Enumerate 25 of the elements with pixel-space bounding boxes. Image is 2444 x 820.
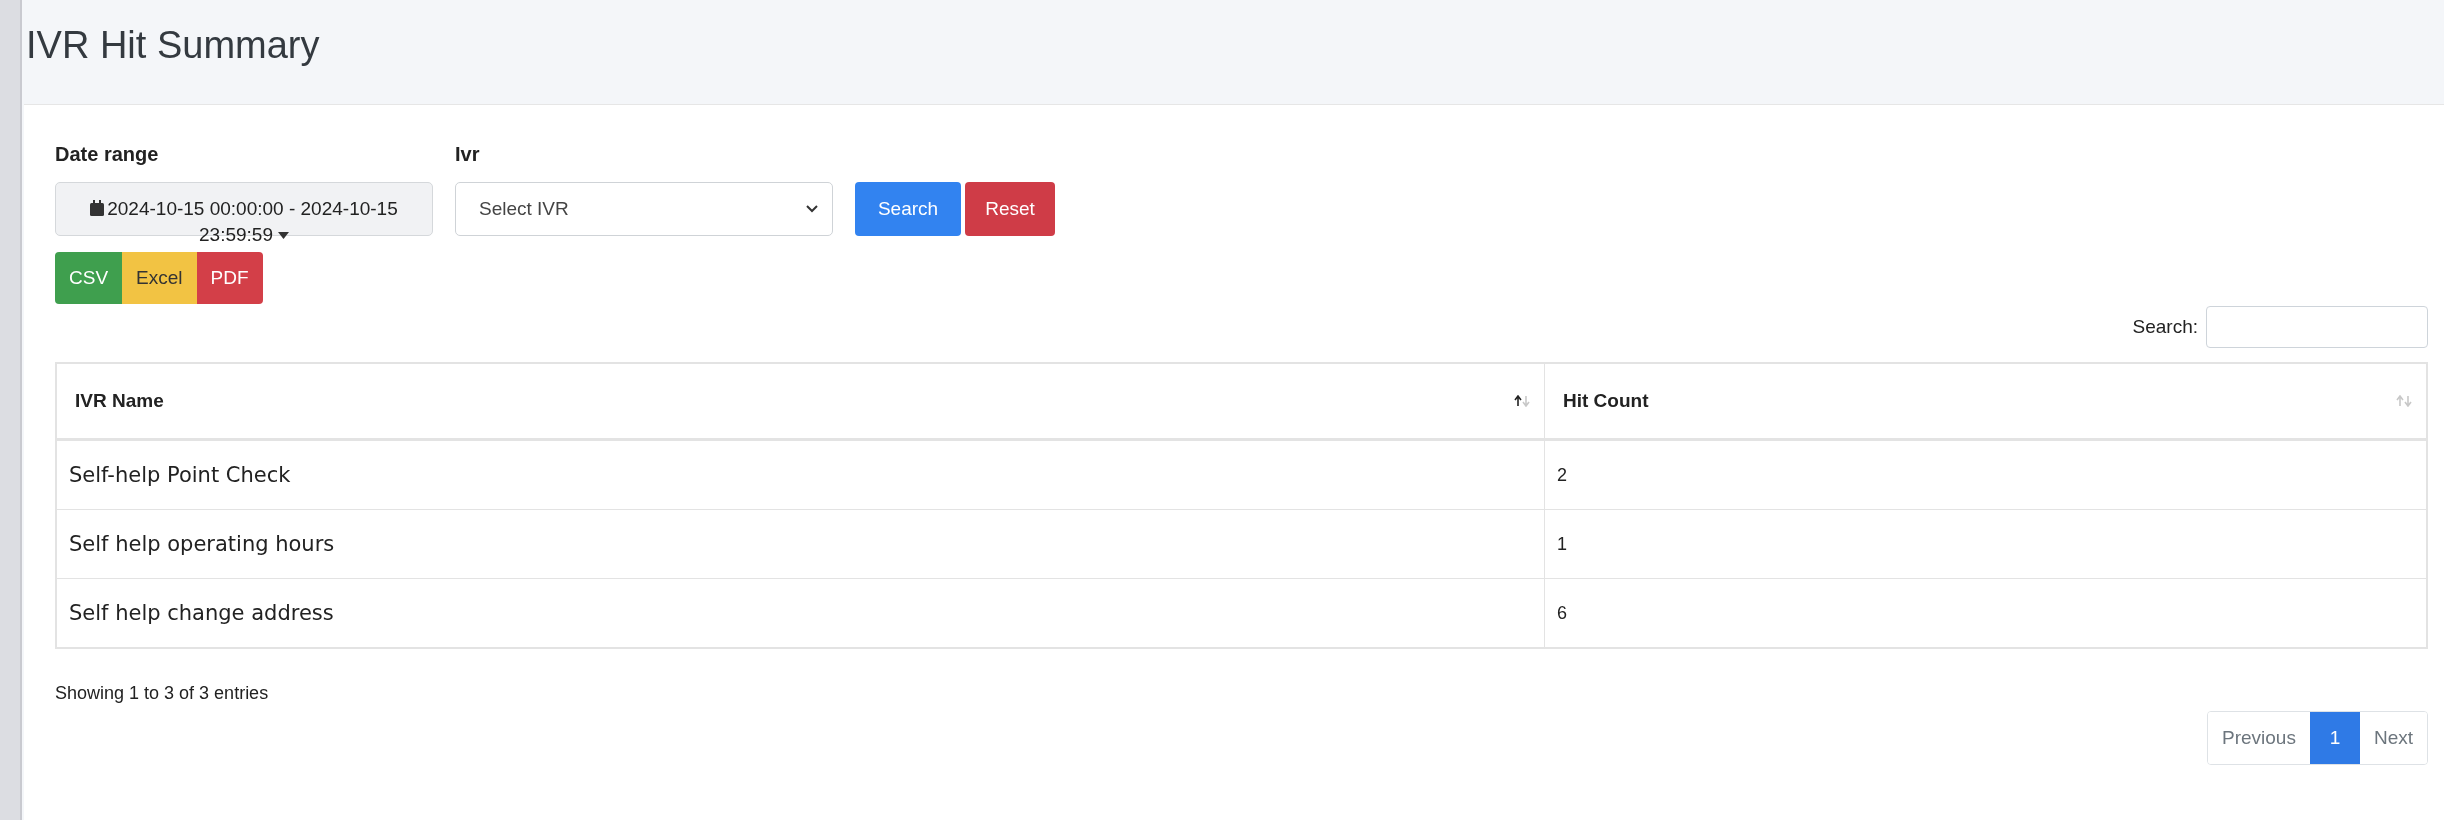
page-title: IVR Hit Summary	[26, 23, 320, 67]
entries-info: Showing 1 to 3 of 3 entries	[55, 683, 269, 704]
column-header[interactable]: IVR Name	[56, 363, 1545, 440]
field-label: Date range	[55, 143, 160, 166]
search-button[interactable]: Search	[855, 182, 961, 236]
table-cell: 6	[1544, 578, 2427, 648]
export-button[interactable]: Excel	[122, 252, 197, 304]
table-cell: Self help operating hours	[56, 509, 1545, 579]
reset-button[interactable]: Reset	[965, 182, 1055, 236]
search-field[interactable]	[2206, 306, 2428, 348]
field-label: Ivr	[455, 143, 481, 166]
export-button[interactable]: CSV	[55, 252, 123, 304]
search-label: Search:	[2132, 316, 2198, 338]
chevron-down-icon	[806, 205, 818, 213]
table-cell: 2	[1544, 439, 2427, 510]
ivr-select[interactable]: Select IVR	[455, 182, 833, 236]
table-cell: 1	[1544, 509, 2427, 579]
calendar-icon	[90, 200, 105, 216]
column-header[interactable]: Hit Count	[1544, 363, 2427, 440]
table-cell: Self help change address	[56, 578, 1545, 648]
export-button[interactable]: PDF	[196, 252, 263, 304]
caret-icon	[278, 232, 289, 239]
date-range-value: 2024-10-15 00:00:00 - 2024-10-15 23:59:59	[80, 196, 408, 248]
pagination-button[interactable]: 1	[2309, 712, 2360, 764]
table-cell: Self-help Point Check	[56, 439, 1545, 510]
